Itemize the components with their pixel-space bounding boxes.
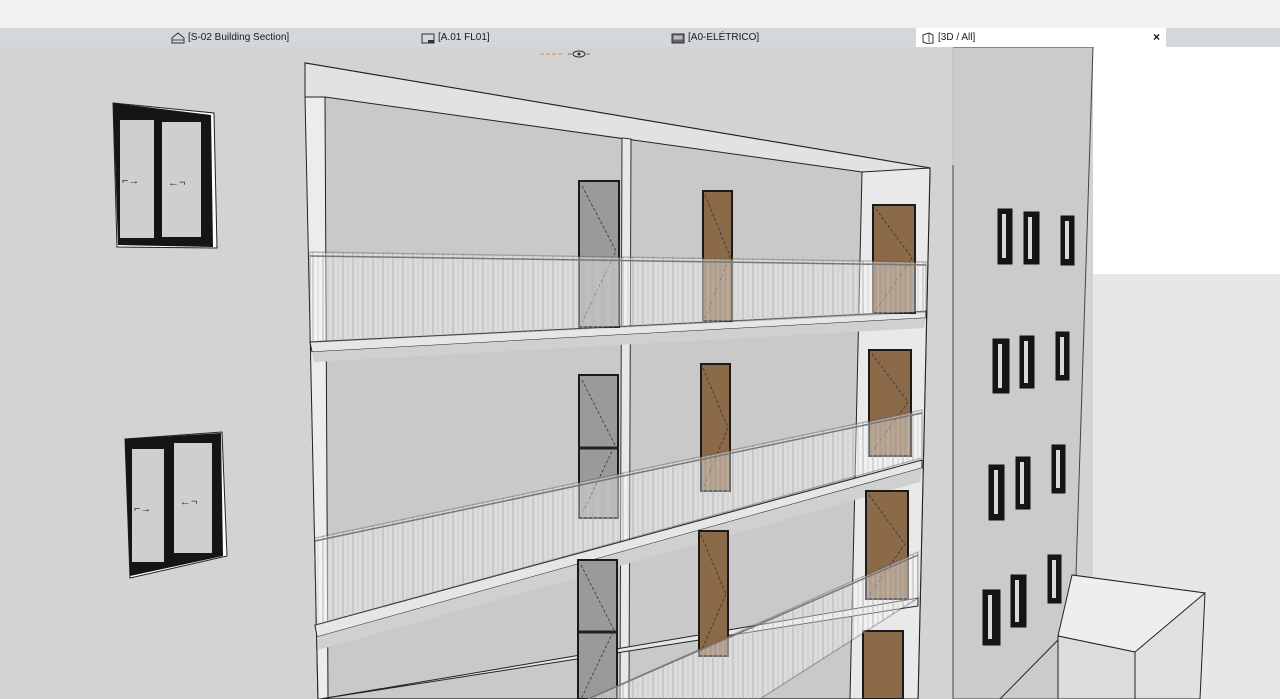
glass-door — [577, 559, 618, 699]
tab-label: [A0-ELÉTRICO] — [688, 32, 760, 43]
title-area — [0, 0, 1280, 28]
tab-label: [A.01 FL01] — [438, 32, 490, 43]
tab-layout-eletrico[interactable]: [A0-ELÉTRICO] — [666, 28, 916, 47]
tab-building-section[interactable]: [S-02 Building Section] — [166, 28, 416, 47]
window-left-upper: ⌐→ ←¬ — [112, 102, 218, 249]
wood-door — [698, 530, 729, 657]
wood-door — [862, 630, 904, 699]
section-icon — [171, 31, 185, 43]
floor-plan-icon — [421, 33, 435, 43]
svg-text:⌐→: ⌐→ — [134, 503, 151, 515]
3d-view-icon — [922, 31, 934, 44]
svg-text:←¬: ←¬ — [180, 496, 197, 508]
view-tab-bar: [S-02 Building Section] [A.01 FL01] [A0-… — [0, 28, 1280, 47]
tab-3d-view[interactable]: [3D / All] × — [916, 28, 1166, 47]
svg-text:⌐→: ⌐→ — [122, 175, 139, 187]
close-tab-button[interactable]: × — [1153, 30, 1160, 44]
3d-viewport[interactable]: ⌐→ ←¬ ⌐→ ←¬ — [0, 47, 1280, 699]
tab-label: [3D / All] — [938, 32, 976, 43]
window-left-lower: ⌐→ ←¬ — [124, 431, 228, 579]
svg-text:←¬: ←¬ — [168, 177, 185, 189]
building-model-render: ⌐→ ←¬ ⌐→ ←¬ — [0, 47, 1280, 699]
tab-label: [S-02 Building Section] — [188, 32, 290, 43]
layout-icon — [671, 33, 685, 43]
tab-floor-plan[interactable]: [A.01 FL01] — [416, 28, 666, 47]
